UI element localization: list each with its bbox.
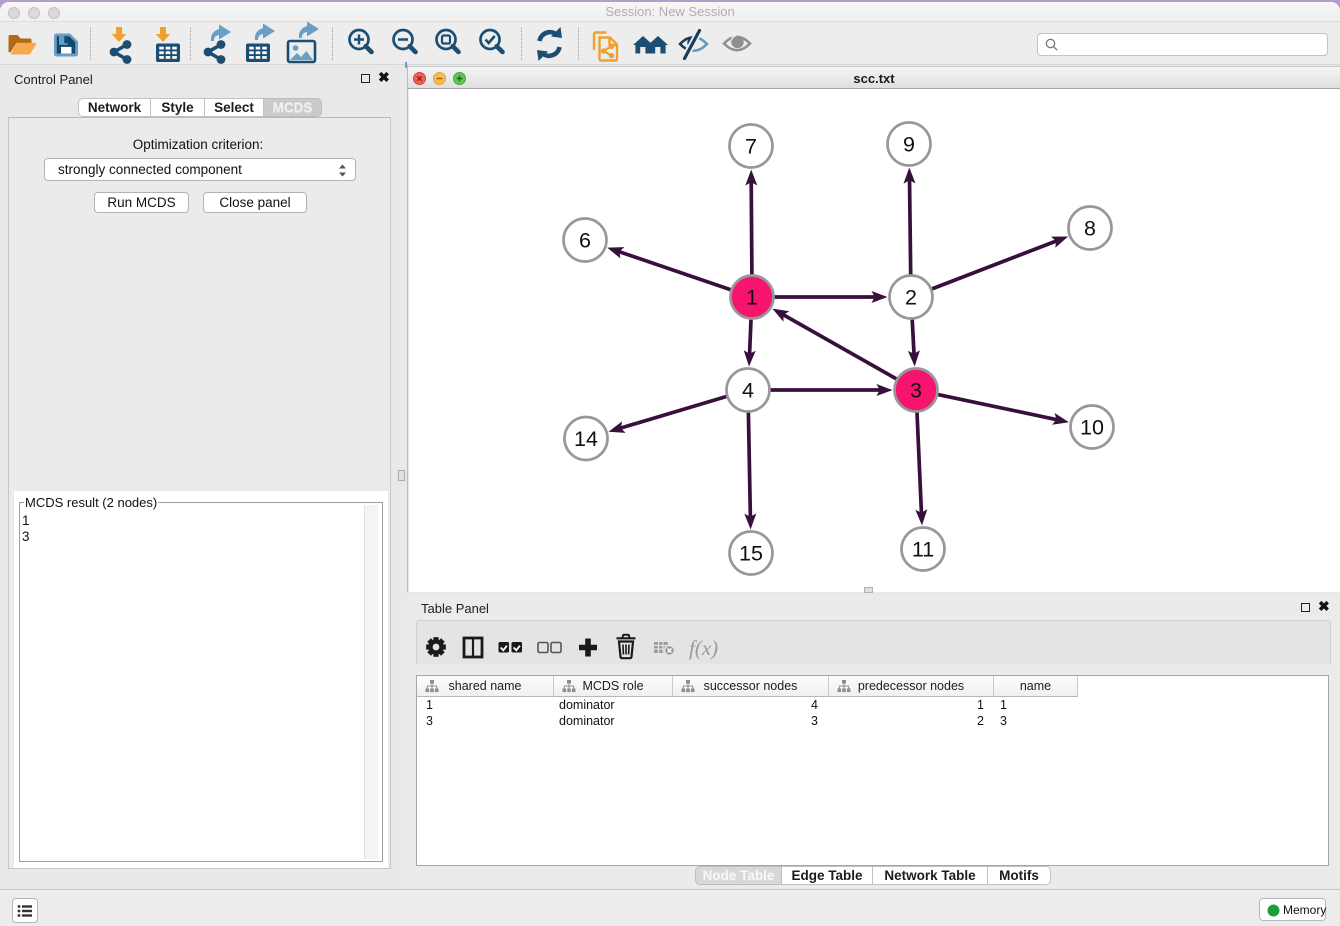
svg-text:3: 3 [910, 379, 922, 403]
svg-text:9: 9 [903, 133, 915, 157]
svg-text:11: 11 [912, 538, 934, 562]
svg-text:15: 15 [739, 542, 763, 566]
svg-text:7: 7 [745, 135, 757, 159]
svg-text:4: 4 [742, 379, 754, 403]
svg-text:14: 14 [574, 427, 598, 451]
svg-text:f(x): f(x) [689, 636, 718, 660]
svg-text:1: 1 [746, 286, 758, 310]
svg-text:8: 8 [1084, 217, 1096, 241]
svg-text:6: 6 [579, 229, 591, 253]
svg-text:2: 2 [905, 286, 917, 310]
svg-text:10: 10 [1080, 416, 1104, 440]
